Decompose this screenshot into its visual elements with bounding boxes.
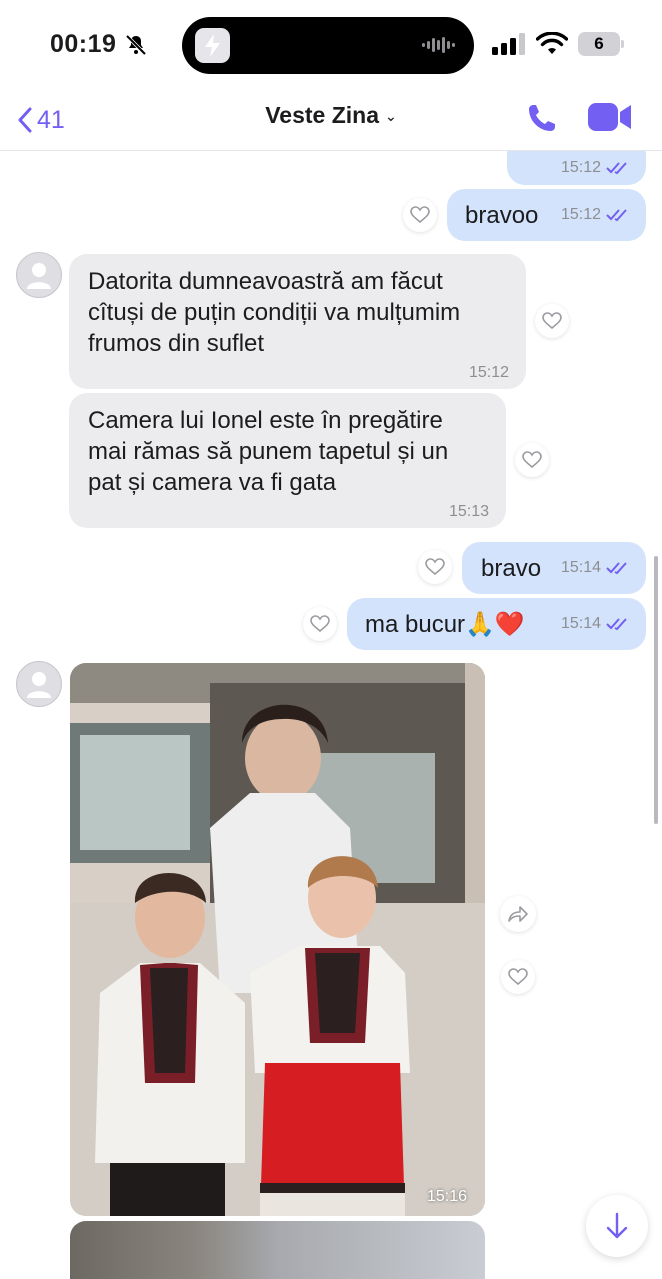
message-time: 15:14 (560, 615, 601, 632)
message-meta: 15:12 (469, 364, 509, 382)
photo-message[interactable]: 15:16 (70, 663, 485, 1216)
message-text: Datorita dumneavoastră am făcut cîtuși d… (88, 266, 460, 359)
person-icon (27, 672, 51, 698)
message-line: Datorita dumneavoastră am făcut (88, 268, 443, 295)
message-text: ma bucur🙏❤️ (365, 611, 525, 638)
message-meta: 15:12 (561, 206, 632, 224)
message-meta: 15:13 (449, 503, 489, 521)
battery-level: 6 (594, 34, 604, 53)
message-meta: 15:14 (561, 559, 632, 577)
heart-icon (425, 558, 445, 576)
audio-wave-icon (422, 37, 455, 53)
arrow-down-icon (606, 1212, 628, 1239)
message-bubble-out[interactable]: bravo 15:14 (462, 542, 646, 594)
message-line: pat și camera va fi gata (88, 469, 337, 496)
message-list[interactable]: 15:12 bravoo 15:12 Datorita dumneavoastr… (0, 151, 662, 1279)
message-text: bravo (481, 555, 542, 582)
chevron-down-icon: ⌄ (385, 108, 397, 125)
message-meta: 15:14 (561, 615, 632, 633)
wifi-icon (536, 32, 568, 54)
read-ticks-icon (606, 618, 627, 631)
contact-avatar[interactable] (16, 661, 62, 707)
message-bubble-in[interactable]: Datorita dumneavoastră am făcut cîtuși d… (69, 254, 526, 389)
contact-avatar[interactable] (16, 252, 62, 298)
bell-slash-icon (125, 34, 147, 56)
message-line: cîtuși de puțin condiții va mulțumim (88, 299, 461, 326)
message-time: 15:12 (560, 159, 601, 176)
read-ticks-icon (606, 209, 627, 222)
message-bubble-out[interactable]: ma bucur🙏❤️ 15:14 (347, 598, 646, 650)
chat-title-button[interactable]: Veste Zina ⌄ (0, 102, 662, 129)
message-bubble-in[interactable]: Camera lui Ionel este în pregătire mai r… (69, 393, 506, 528)
chat-header: 41 Veste Zina ⌄ (0, 90, 662, 151)
message-text: bravoo (465, 202, 539, 229)
read-ticks-icon (606, 162, 627, 175)
message-time: 15:13 (448, 503, 489, 520)
heart-icon (522, 451, 542, 469)
message-bubble-out[interactable]: 15:12 (507, 151, 646, 185)
like-heart-button[interactable] (515, 443, 549, 477)
message-meta: 15:12 (561, 159, 632, 177)
heart-icon (508, 968, 528, 986)
heart-icon (310, 615, 330, 633)
like-heart-button[interactable] (303, 607, 337, 641)
like-heart-button[interactable] (418, 550, 452, 584)
family-photo (70, 663, 485, 1216)
message-line: frumos din suflet (88, 330, 265, 357)
photo-time: 15:16 (426, 1188, 467, 1205)
like-heart-button[interactable] (403, 198, 437, 232)
dynamic-island (182, 17, 474, 74)
scroll-to-bottom-button[interactable] (586, 1195, 648, 1257)
share-button[interactable] (500, 896, 536, 932)
heart-icon (542, 312, 562, 330)
chat-title: Veste Zina (265, 102, 380, 128)
video-camera-icon[interactable] (588, 100, 632, 134)
bolt-icon (195, 28, 230, 63)
heart-icon (410, 206, 430, 224)
read-ticks-icon (606, 562, 627, 575)
message-text: Camera lui Ionel este în pregătire mai r… (88, 405, 448, 498)
scrollbar[interactable] (654, 556, 658, 824)
message-bubble-out[interactable]: bravoo 15:12 (447, 189, 646, 241)
status-time: 00:19 (50, 30, 117, 58)
message-time: 15:12 (560, 206, 601, 223)
signal-icon (492, 33, 525, 55)
photo-message-partial[interactable] (70, 1221, 485, 1279)
message-line: mai rămas să punem tapetul și un (88, 438, 449, 465)
status-bar: 00:19 6 (0, 0, 662, 90)
battery-icon: 6 (578, 32, 624, 56)
like-heart-button[interactable] (501, 960, 535, 994)
share-arrow-icon (508, 906, 528, 922)
phone-icon[interactable] (526, 102, 558, 134)
like-heart-button[interactable] (535, 304, 569, 338)
message-time: 15:12 (468, 364, 509, 381)
message-line: Camera lui Ionel este în pregătire (88, 407, 443, 434)
person-icon (27, 263, 51, 289)
message-time: 15:14 (560, 559, 601, 576)
